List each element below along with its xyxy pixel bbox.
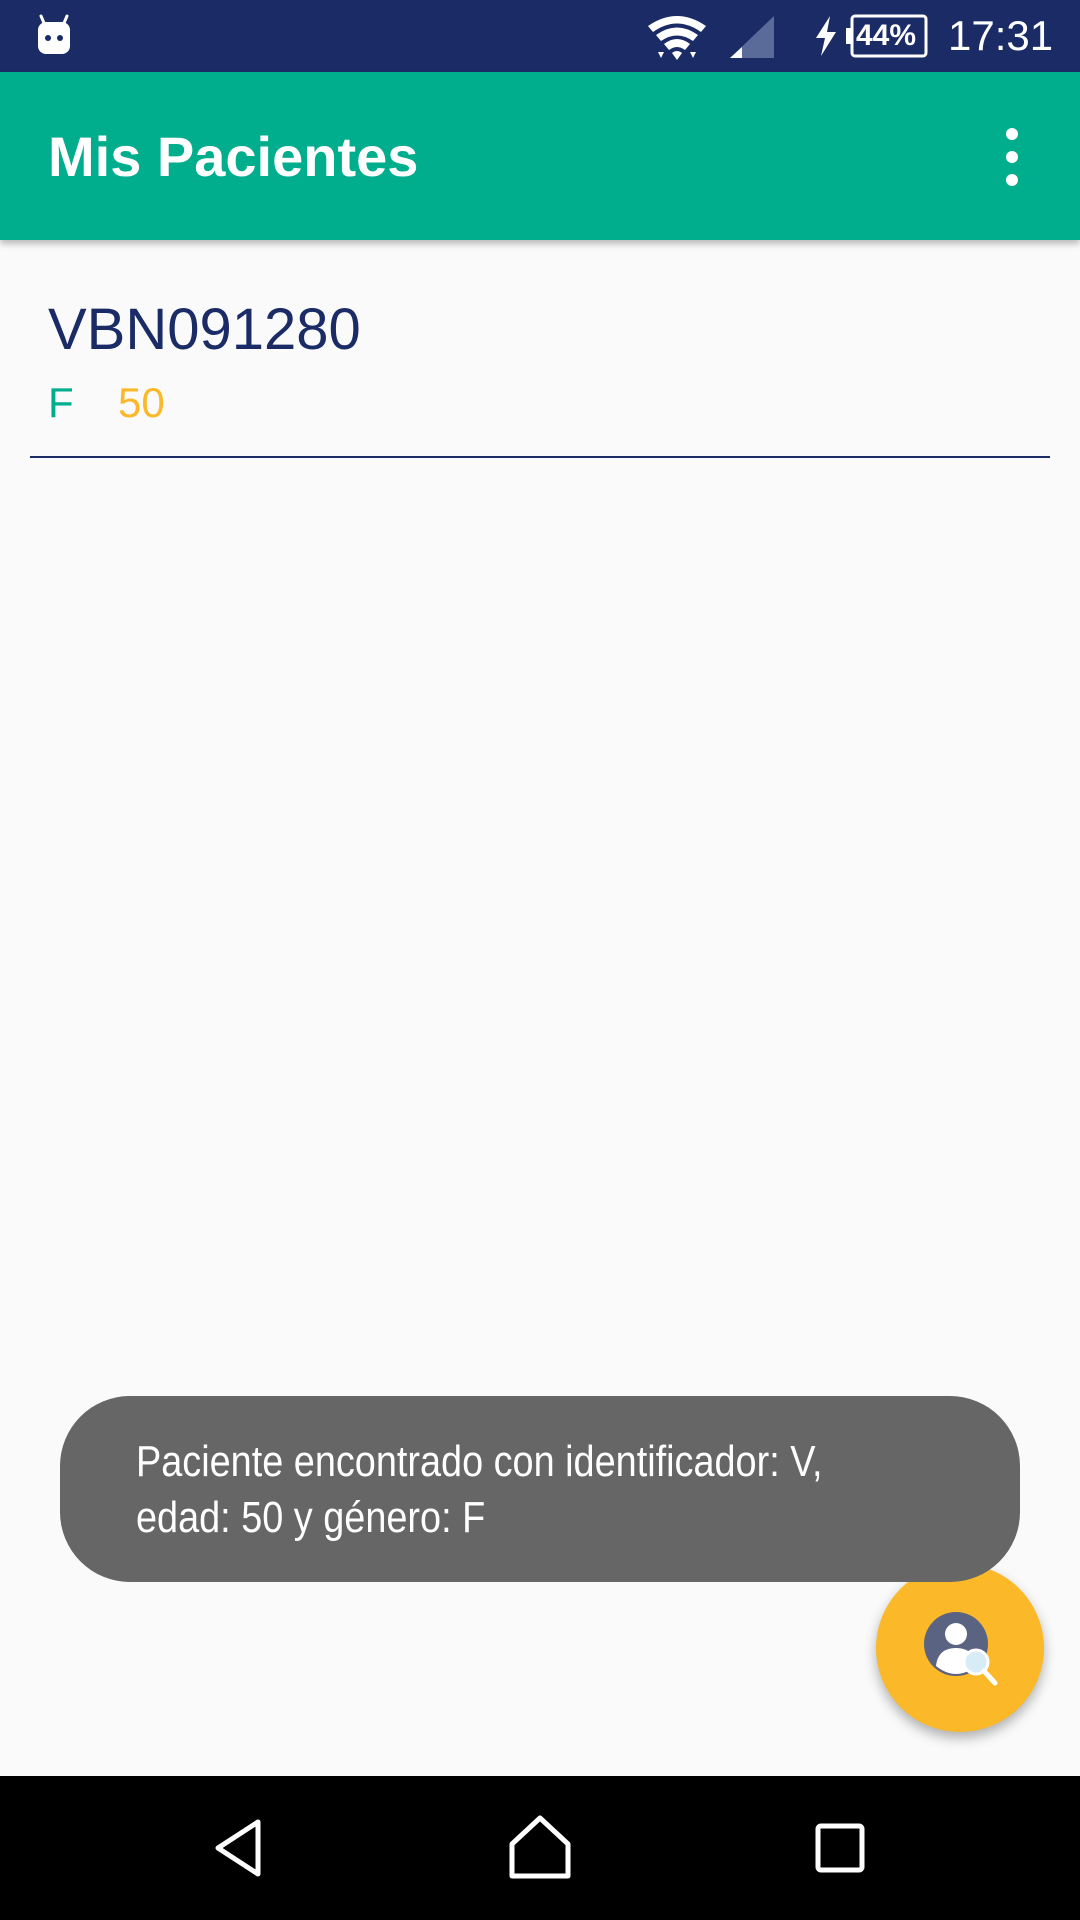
app-bar: Mis Pacientes — [0, 72, 1080, 240]
page-title: Mis Pacientes — [48, 125, 419, 188]
patient-list: VBN091280 F 50 — [0, 240, 1080, 458]
navigation-bar — [0, 1776, 1080, 1920]
home-icon[interactable] — [504, 1812, 576, 1884]
patient-age: 50 — [118, 379, 165, 426]
patient-gender: F — [48, 379, 74, 426]
search-patient-button[interactable] — [876, 1564, 1044, 1732]
toast-line-2: edad: 50 y género: F — [136, 1493, 486, 1542]
wifi-icon — [648, 16, 706, 60]
screen: 44% 17:31 Mis Pacientes VBN091280 F 50 P… — [0, 0, 1080, 1920]
status-clock: 17:31 — [948, 12, 1054, 59]
patient-id: VBN091280 — [48, 297, 361, 362]
charging-icon — [816, 16, 836, 56]
recents-icon[interactable] — [804, 1812, 876, 1884]
back-icon[interactable] — [204, 1812, 276, 1884]
battery-percentage: 44% — [855, 19, 917, 52]
status-bar: 44% 17:31 — [0, 0, 1080, 72]
android-notification-icon — [38, 14, 70, 54]
cell-signal-icon — [730, 16, 774, 58]
toast-message: Paciente encontrado con identificador: V… — [60, 1396, 1020, 1582]
list-item[interactable]: VBN091280 F 50 — [30, 240, 1050, 458]
toast-line-1: Paciente encontrado con identificador: V… — [136, 1437, 823, 1486]
patient-search-icon — [924, 1612, 998, 1686]
overflow-menu-icon[interactable] — [990, 124, 1034, 190]
toast-text: Paciente encontrado con identificador: V… — [136, 1434, 858, 1546]
